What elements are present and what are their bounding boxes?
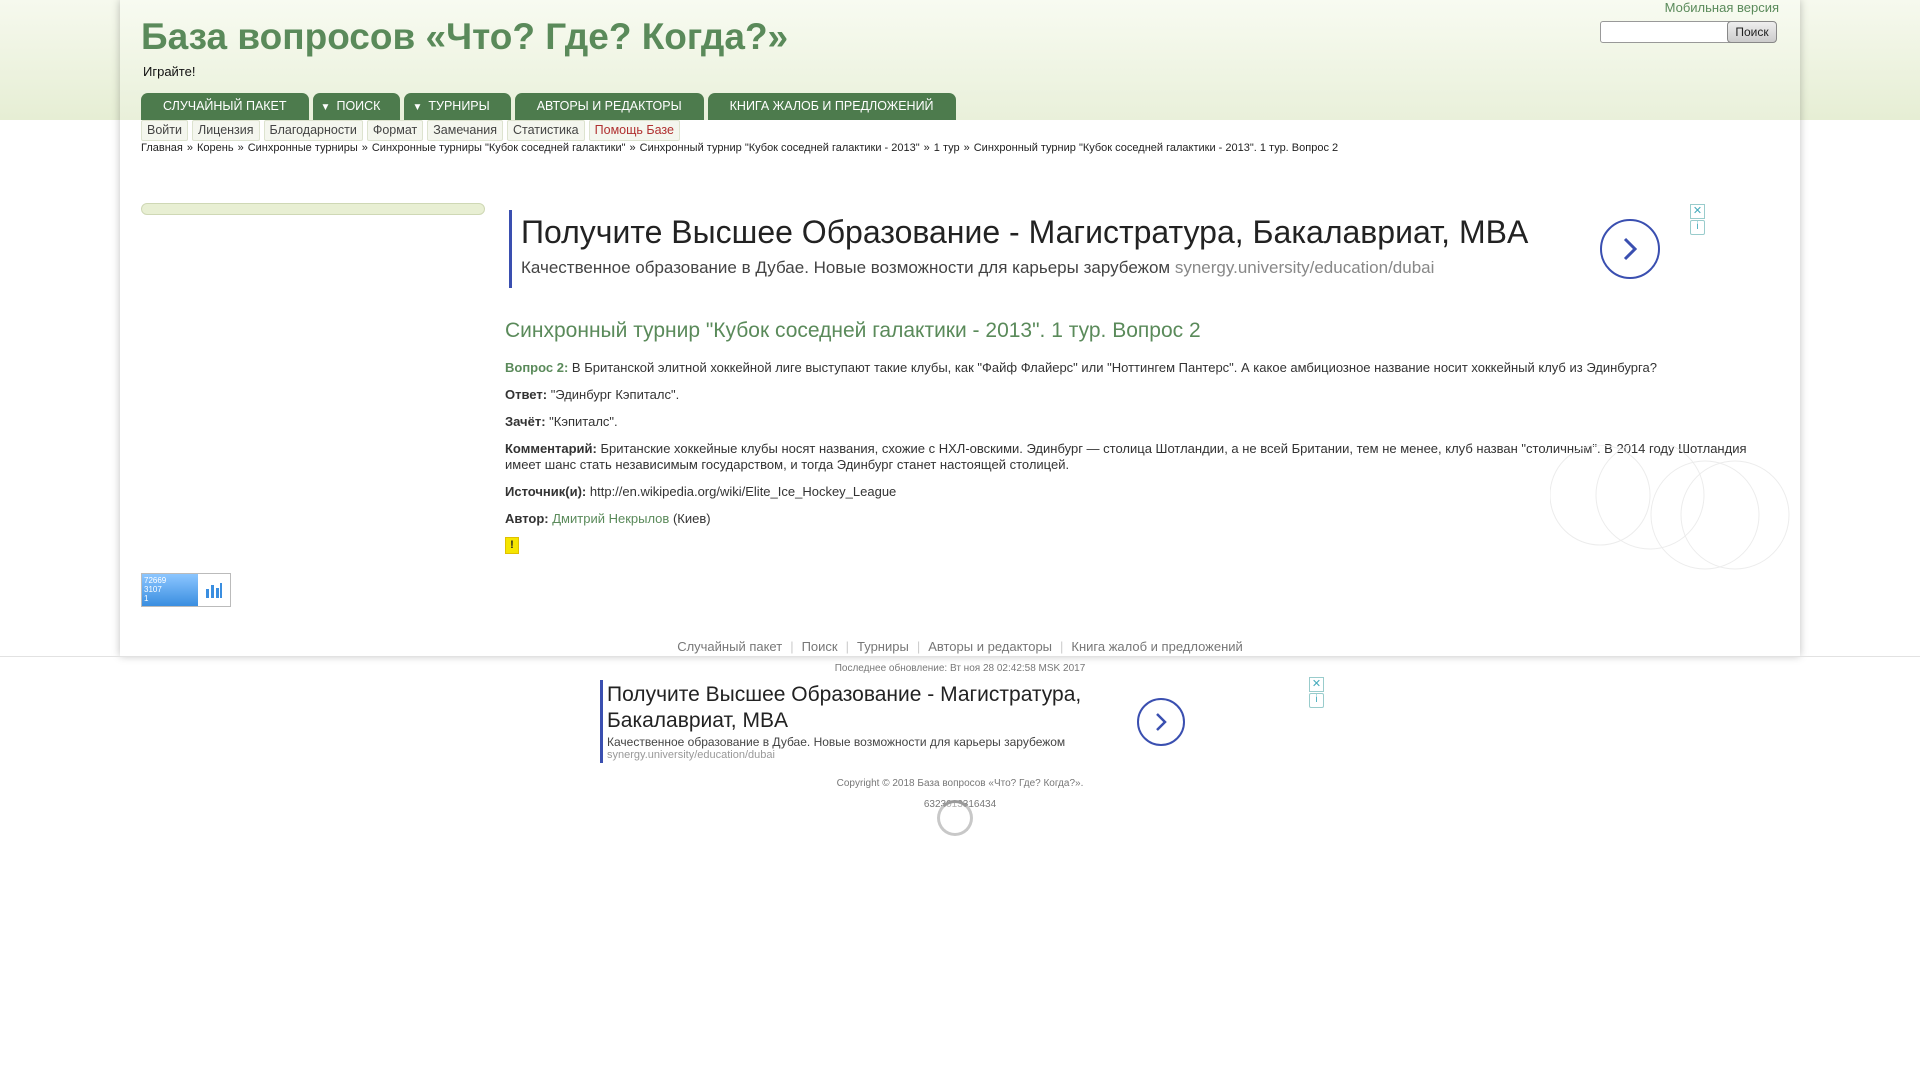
answer-label: Ответ: [505,387,548,402]
footer-link-random[interactable]: Случайный пакет [669,639,790,654]
footer-link-search[interactable]: Поиск [794,639,846,654]
nav-complaints[interactable]: КНИГА ЖАЛОБ И ПРЕДЛОЖЕНИЙ [707,93,956,120]
chevron-right-icon [1156,713,1167,731]
breadcrumb-separator: » [361,142,368,154]
ad-close-icon[interactable]: ✕ [1690,204,1705,219]
ad-description: Качественное образование в Дубае. Новые … [521,258,1434,278]
counter-values: 72669 3107 1 [142,574,198,606]
nav-tournaments[interactable]: ▼ ТУРНИРЫ [404,93,511,120]
mobile-version-link[interactable]: Мобильная версия [1665,0,1779,15]
ad-title[interactable]: Получите Высшее Образование - Магистрату… [521,214,1528,251]
nav-label: ПОИСК [336,99,381,113]
question-accepted: Зачёт: "Кэпиталс". [505,414,1775,430]
source-label: Источник(и): [505,484,587,499]
author-label: Автор: [505,511,549,526]
question-answer: Ответ: "Эдинбург Кэпиталс". [505,387,1775,403]
breadcrumb-item[interactable]: Синхронные турниры "Кубок соседней галак… [372,142,626,154]
sub-nav: Войти Лицензия Благодарности Формат Заме… [141,120,684,141]
accepted-value: "Кэпиталс". [549,414,618,429]
question-text: Вопрос 2: В Британской элитной хоккейной… [505,360,1775,376]
source-value: http://en.wikipedia.org/wiki/Elite_Ice_H… [589,484,897,499]
nav-label: СЛУЧАЙНЫЙ ПАКЕТ [163,99,287,113]
nav-label: АВТОРЫ И РЕДАКТОРЫ [536,99,682,113]
ad-url[interactable]: synergy.university/education/dubai [607,749,775,761]
breadcrumb-item[interactable]: Главная [141,142,183,154]
subnav-remarks[interactable]: Замечания [427,120,503,141]
breadcrumb-separator: » [923,142,930,154]
dropdown-arrow-icon: ▼ [320,102,331,113]
question-number: Вопрос 2: [505,360,569,375]
footer-link-tournaments[interactable]: Турниры [849,639,917,654]
ad-arrow-button[interactable] [1600,219,1660,279]
dropdown-arrow-icon: ▼ [412,102,423,113]
counter-line: 3107 [144,585,162,594]
comment-label: Комментарий: [505,441,597,456]
sidebar-panel [141,203,485,215]
footer-nav: Случайный пакет | Поиск | Турниры | Авторы и р… [0,639,1920,654]
question-heading: Синхронный турнир "Кубок соседней галакт… [505,319,1201,342]
question-body: В Британской элитной хоккейной лиге выст… [571,360,1657,375]
breadcrumb-separator: » [963,142,970,154]
loading-spinner-icon [937,800,973,836]
ad-banner-bottom[interactable]: Получите Высшее Образование - Магистрату… [600,680,1320,765]
author-link[interactable]: Дмитрий Некрылов [552,511,669,526]
ad-description-text: Качественное образование в Дубае. Новые … [521,258,1171,277]
answer-value: "Эдинбург Кэпиталс". [550,387,680,402]
accepted-label: Зачёт: [505,414,546,429]
ad-arrow-button[interactable] [1137,698,1185,746]
subnav-help[interactable]: Помощь Базе [588,120,680,141]
footer-link-complaints[interactable]: Книга жалоб и предложений [1063,639,1250,654]
search-button[interactable]: Поиск [1727,21,1777,43]
ad-description: Качественное образование в Дубае. Новые … [607,735,1066,749]
footer-divider-line [0,656,1920,657]
stats-icon [206,583,222,598]
nav-search[interactable]: ▼ ПОИСК [312,93,401,120]
ad-banner-top[interactable]: Получите Высшее Образование - Магистрату… [509,208,1699,288]
nav-authors[interactable]: АВТОРЫ И РЕДАКТОРЫ [514,93,704,120]
subnav-login[interactable]: Войти [141,120,188,141]
nav-random-package[interactable]: СЛУЧАЙНЫЙ ПАКЕТ [141,93,309,120]
subnav-format[interactable]: Формат [366,120,424,141]
visitor-counter[interactable]: 72669 3107 1 [141,573,231,607]
breadcrumb: Главная» Корень» Синхронные турниры» Синхро… [141,142,1338,154]
ad-url[interactable]: synergy.university/education/dubai [1175,258,1435,277]
breadcrumb-current: Синхронный турнир "Кубок соседней галакт… [973,142,1339,154]
breadcrumb-separator: » [237,142,244,154]
main-nav: СЛУЧАЙНЫЙ ПАКЕТ ▼ ПОИСК ▼ ТУРНИРЫ АВТОРЫ И… [141,93,960,120]
breadcrumb-separator: » [186,142,193,154]
breadcrumb-separator: » [629,142,636,154]
ad-close-icon[interactable]: ✕ [1309,677,1324,692]
slogan: Играйте! [143,64,196,79]
ad-accent-bar [509,210,512,288]
report-error-icon[interactable]: ! [505,537,519,554]
ad-title[interactable]: Получите Высшее Образование - Магистрату… [607,682,1127,734]
breadcrumb-item[interactable]: Синхронный турнир "Кубок соседней галакт… [640,142,920,154]
author-city: (Киев) [672,511,711,526]
footer-link-authors[interactable]: Авторы и редакторы [920,639,1060,654]
counter-line: 1 [144,594,149,603]
site-title[interactable]: База вопросов «Что? Где? Когда?» [141,16,788,58]
nav-label: КНИГА ЖАЛОБ И ПРЕДЛОЖЕНИЙ [729,99,934,113]
ad-accent-bar [600,680,603,763]
ad-info-icon[interactable]: i [1690,220,1705,235]
ad-info-icon[interactable]: i [1309,693,1324,708]
breadcrumb-item[interactable]: Синхронные турниры [248,142,358,154]
last-updated: Последнее обновление: Вт ноя 28 02:42:58… [834,663,1086,674]
copyright: Copyright © 2018 База вопросов «Что? Где… [836,778,1084,789]
breadcrumb-item[interactable]: Корень [197,142,234,154]
subnav-thanks[interactable]: Благодарности [263,120,363,141]
decorative-circles [1550,445,1790,570]
nav-label: ТУРНИРЫ [428,99,490,113]
breadcrumb-item[interactable]: 1 тур [934,142,960,154]
page-container: База вопросов «Что? Где? Когда?» Играйте… [120,0,1800,656]
subnav-license[interactable]: Лицензия [191,120,260,141]
subnav-statistics[interactable]: Статистика [506,120,585,141]
chevron-right-icon [1623,237,1638,261]
counter-line: 72669 [144,576,167,585]
